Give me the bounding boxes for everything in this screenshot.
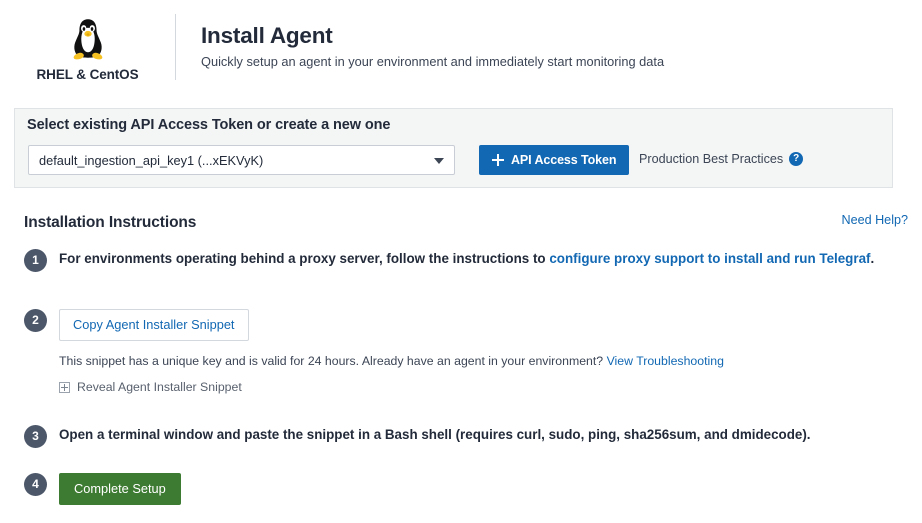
step-number-badge: 3 [24, 425, 47, 448]
step-3-body: Open a terminal window and paste the sni… [59, 425, 811, 445]
create-api-access-token-button[interactable]: API Access Token [479, 145, 629, 175]
api-token-panel: Select existing API Access Token or crea… [14, 108, 893, 188]
snippet-validity-note: This snippet has a unique key and is val… [59, 353, 724, 370]
installation-instructions-heading: Installation Instructions [24, 214, 196, 232]
step-1-text: For environments operating behind a prox… [59, 249, 874, 269]
expand-plus-box-icon [59, 382, 70, 393]
os-platform-label: RHEL & CentOS [37, 67, 139, 82]
reveal-agent-installer-snippet-toggle[interactable]: Reveal Agent Installer Snippet [59, 380, 724, 394]
view-troubleshooting-link[interactable]: View Troubleshooting [607, 354, 724, 368]
step-3-text: Open a terminal window and paste the sni… [59, 425, 811, 445]
copy-agent-installer-snippet-button[interactable]: Copy Agent Installer Snippet [59, 309, 249, 341]
snippet-note-text: This snippet has a unique key and is val… [59, 354, 607, 368]
reveal-agent-installer-snippet-label: Reveal Agent Installer Snippet [77, 380, 242, 394]
api-token-select[interactable]: default_ingestion_api_key1 (...xEKVyK) [28, 145, 455, 175]
complete-setup-button[interactable]: Complete Setup [59, 473, 181, 505]
page-header: RHEL & CentOS Install Agent Quickly setu… [0, 0, 922, 93]
install-step-3: 3 Open a terminal window and paste the s… [24, 425, 884, 448]
production-best-practices-label: Production Best Practices [639, 152, 783, 166]
step-number-badge: 2 [24, 309, 47, 332]
create-api-access-token-label: API Access Token [511, 153, 616, 167]
production-best-practices-link[interactable]: Production Best Practices ? [639, 152, 803, 166]
page-title: Install Agent [201, 22, 664, 49]
api-token-select-value: default_ingestion_api_key1 (...xEKVyK) [29, 153, 263, 168]
plus-icon [492, 154, 504, 166]
chevron-down-icon [434, 158, 444, 164]
header-text-block: Install Agent Quickly setup an agent in … [175, 0, 664, 71]
need-help-link[interactable]: Need Help? [841, 213, 908, 227]
step-1-body: For environments operating behind a prox… [59, 249, 874, 269]
question-mark-circle-icon[interactable]: ? [789, 152, 803, 166]
linux-tux-penguin-icon [66, 18, 110, 62]
step-number-badge: 4 [24, 473, 47, 496]
install-step-1: 1 For environments operating behind a pr… [24, 249, 884, 272]
step-1-text-after: . [870, 251, 874, 266]
page-subtitle: Quickly setup an agent in your environme… [201, 54, 664, 71]
os-platform-block: RHEL & CentOS [0, 0, 175, 82]
step-number-badge: 1 [24, 249, 47, 272]
step-1-text-before: For environments operating behind a prox… [59, 251, 549, 266]
step-2-body: Copy Agent Installer Snippet This snippe… [59, 309, 724, 394]
install-step-4: 4 Complete Setup [24, 473, 884, 505]
step-4-body: Complete Setup [59, 473, 181, 505]
configure-proxy-support-link[interactable]: configure proxy support to install and r… [549, 251, 870, 266]
install-step-2: 2 Copy Agent Installer Snippet This snip… [24, 309, 884, 394]
header-vertical-divider [175, 14, 176, 80]
api-token-panel-title: Select existing API Access Token or crea… [27, 117, 390, 133]
